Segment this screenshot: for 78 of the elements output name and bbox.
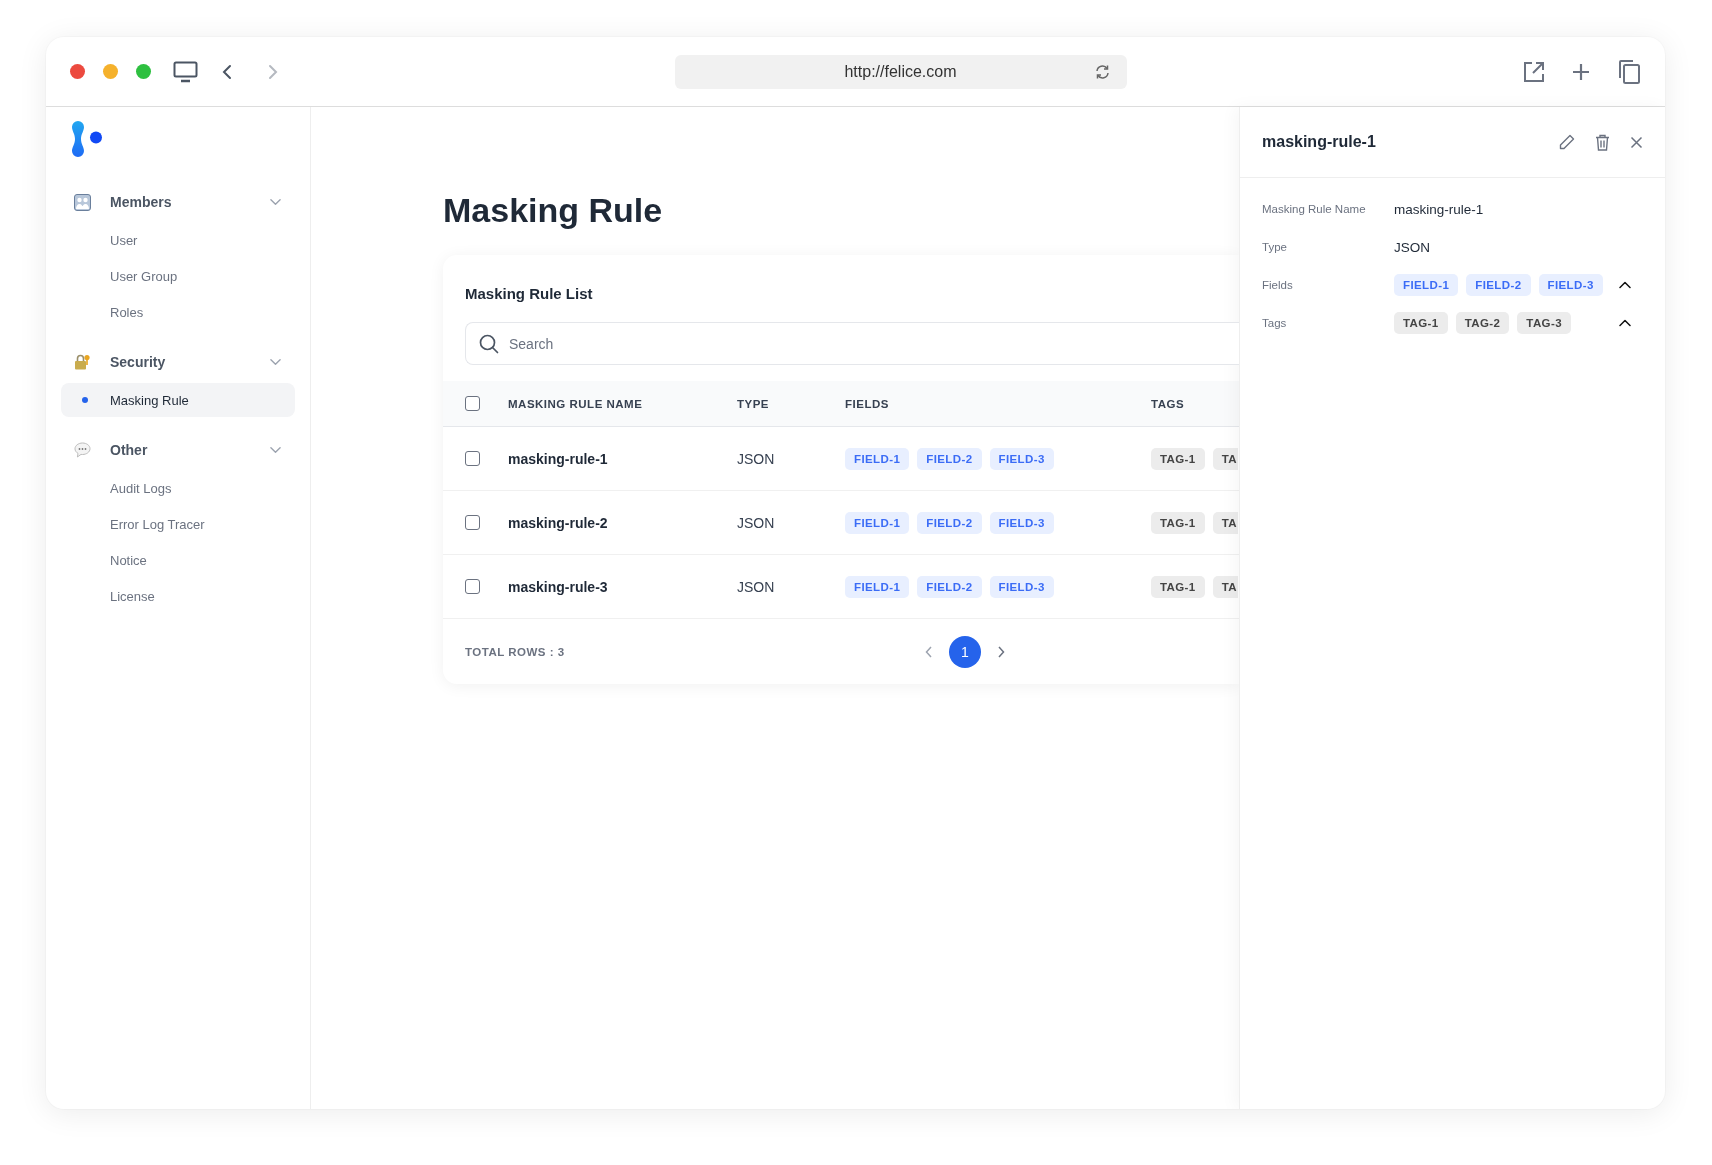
field-tag: FIELD-3 [989, 575, 1054, 598]
previous-page-icon[interactable] [925, 645, 933, 658]
nav-item[interactable]: User [61, 223, 295, 257]
rule-name: masking-rule-2 [508, 514, 609, 531]
checkbox[interactable] [465, 396, 480, 411]
lock-key-icon [74, 354, 91, 370]
search-icon [479, 334, 499, 354]
back-icon[interactable] [222, 63, 232, 80]
field-tag: FIELD-3 [989, 447, 1054, 470]
field-value: JSON [1394, 239, 1431, 255]
copy-icon[interactable] [1617, 58, 1641, 85]
close-icon[interactable] [1630, 135, 1643, 149]
checkbox[interactable] [465, 451, 480, 466]
field-tag: FIELD-2 [1466, 274, 1531, 296]
field-label: Masking Rule Name [1262, 203, 1367, 215]
nav-item[interactable]: User Group [61, 259, 295, 293]
nav-group[interactable]: Security [61, 343, 295, 381]
close-window-button[interactable] [70, 64, 85, 79]
total-rows: TOTAL ROWS : 3 [465, 645, 925, 658]
nav-group[interactable]: Other [61, 431, 295, 469]
nav-item[interactable]: Masking Rule [61, 383, 295, 417]
field-label: Fields [1262, 279, 1294, 291]
field-value: masking-rule-1 [1394, 201, 1485, 217]
nav-item[interactable]: License [61, 579, 295, 613]
field-tag: FIELD-3 [989, 511, 1054, 534]
tag-chip: TAG-1 [1151, 575, 1205, 598]
page-title: Masking Rule [443, 191, 664, 230]
chevron-icon[interactable] [1619, 319, 1631, 327]
tag-chip: TA [1212, 575, 1238, 598]
field-tag: FIELD-2 [917, 511, 982, 534]
field-label: Tags [1262, 317, 1288, 329]
field-tag: FIELD-1 [845, 511, 910, 534]
field-tag: FIELD-1 [1394, 274, 1459, 296]
type-cell-text: JSON [737, 578, 776, 595]
tag-chip: TA [1212, 511, 1238, 534]
plus-icon[interactable] [1571, 61, 1591, 82]
column-header: MASKING RULE NAME [508, 397, 644, 410]
field-tag: FIELD-2 [917, 447, 982, 470]
field-tag: FIELD-3 [1538, 274, 1603, 296]
rule-name: masking-rule-1 [508, 450, 609, 467]
panel-title: masking-rule-1 [1262, 133, 1377, 151]
type-cell-text: JSON [737, 514, 776, 531]
tag-chip: TAG-1 [1394, 312, 1448, 334]
people-icon [74, 193, 91, 211]
address-bar[interactable]: http://felice.com [674, 54, 1127, 89]
tag-chip: TAG-1 [1151, 447, 1205, 470]
page-button[interactable]: 1 [949, 635, 981, 668]
speech-bubble-icon [74, 442, 91, 458]
tag-chip: TAG-3 [1517, 312, 1571, 334]
logo-icon [71, 121, 103, 157]
card-title: Masking Rule List [465, 285, 594, 302]
nav-item[interactable]: Audit Logs [61, 471, 295, 505]
chevron-icon[interactable] [1619, 281, 1631, 289]
column-header: TAGS [1151, 397, 1186, 410]
type-cell-text: JSON [737, 450, 776, 467]
nav-item[interactable]: Roles [61, 295, 295, 329]
next-page-icon[interactable] [997, 645, 1005, 658]
column-header: TYPE [737, 397, 771, 410]
trash-icon[interactable] [1595, 133, 1610, 151]
field-tag: FIELD-1 [845, 447, 910, 470]
search-field[interactable]: Search [465, 322, 1239, 365]
tag-chip: TAG-1 [1151, 511, 1205, 534]
field-label: Type [1262, 241, 1288, 253]
field-tag: FIELD-1 [845, 575, 910, 598]
tag-chip: TAG-2 [1455, 312, 1510, 334]
column-header: FIELDS [845, 397, 890, 410]
field-tag: FIELD-2 [917, 575, 982, 598]
nav-item[interactable]: Notice [61, 543, 295, 577]
rule-name: masking-rule-3 [508, 578, 609, 595]
checkbox[interactable] [465, 515, 480, 530]
nav-item[interactable]: Error Log Tracer [61, 507, 295, 541]
pencil-icon[interactable] [1559, 134, 1575, 150]
monitor-icon[interactable] [173, 60, 198, 83]
tag-chip: TA [1212, 447, 1238, 470]
external-link-icon[interactable] [1523, 60, 1545, 83]
checkbox[interactable] [465, 579, 480, 594]
nav-group[interactable]: Members [61, 183, 295, 221]
reload-icon[interactable] [1093, 63, 1111, 80]
